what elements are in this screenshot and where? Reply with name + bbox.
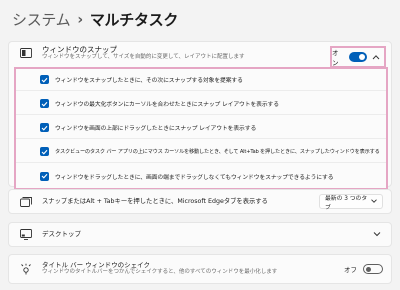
snap-windows-subtitle: ウィンドウをスナップして、サイズを自動的に変更して、レイアウトに配置します (42, 54, 245, 61)
snap-options-list: ウィンドウをスナップしたときに、その次にスナップする対象を提案する ウィンドウの… (14, 67, 388, 190)
shake-icon (19, 262, 33, 276)
shake-toggle-area: オフ (344, 264, 383, 274)
snap-option-label: ウィンドウの最大化ボタンにカーソルを合わせたときにスナップ レイアウトを表示する (55, 102, 279, 108)
breadcrumb: システム › マルチタスク (12, 9, 178, 30)
checkbox-checked-icon[interactable] (40, 171, 49, 181)
checkbox-checked-icon[interactable] (40, 75, 49, 84)
chevron-down-icon (371, 198, 377, 205)
desktop-card[interactable]: デスクトップ (8, 222, 392, 247)
desktop-icon (19, 228, 33, 242)
snap-toggle[interactable] (348, 52, 367, 62)
desktop-title: デスクトップ (42, 229, 81, 238)
snap-windows-card: ウィンドウのスナップ ウィンドウをスナップして、サイズを自動的に変更して、レイア… (8, 41, 392, 190)
chevron-up-icon[interactable] (372, 53, 380, 62)
checkbox-checked-icon[interactable] (40, 99, 49, 108)
chevron-down-icon[interactable] (373, 230, 381, 239)
title-bar-shake-card: タイトル バー ウィンドウのシェイク ウィンドウのタイトルバーをつかんでシェイク… (8, 254, 392, 284)
snap-layout-icon (19, 46, 33, 60)
page-title: マルチタスク (89, 11, 179, 29)
shake-state-label: オフ (344, 266, 357, 274)
snap-option-label: ウィンドウをドラッグしたときに、画面の端までドラッグしなくてもウィンドウをスナッ… (55, 174, 334, 181)
breadcrumb-parent[interactable]: システム (12, 9, 71, 30)
snap-option[interactable]: ウィンドウをドラッグしたときに、画面の端までドラッグしなくてもウィンドウをスナッ… (16, 165, 386, 187)
snap-option-label: ウィンドウを画面の上部にドラッグしたときにスナップ レイアウトを表示する (55, 126, 257, 132)
tabs-icon (19, 195, 33, 209)
snap-option[interactable]: ウィンドウをスナップしたときに、その次にスナップする対象を提案する (16, 69, 386, 91)
snap-windows-title: ウィンドウのスナップ (42, 45, 117, 55)
checkbox-checked-icon[interactable] (40, 123, 49, 132)
snap-option-label: ウィンドウをスナップしたときに、その次にスナップする対象を提案する (55, 78, 243, 84)
desktop-row[interactable]: デスクトップ (9, 223, 391, 246)
snap-option[interactable]: ウィンドウを画面の上部にドラッグしたときにスナップ レイアウトを表示する (16, 117, 386, 139)
snap-state-label: オン (332, 49, 339, 67)
shake-toggle[interactable] (363, 264, 383, 274)
snap-option[interactable]: ウィンドウの最大化ボタンにカーソルを合わせたときにスナップ レイアウトを表示する (16, 93, 386, 115)
breadcrumb-separator: › (77, 11, 83, 28)
snap-option-label: タスクビューのタスク バー アプリの上にマウス カーソルを移動したとき、そして … (55, 149, 380, 155)
alt-tab-title: スナップまたはAlt + Tabキーを押したときに、Microsoft Edge… (42, 197, 268, 205)
alt-tab-dropdown[interactable]: 最新の 3 つのタブ (319, 194, 383, 211)
snap-option[interactable]: タスクビューのタスク バー アプリの上にマウス カーソルを移動したとき、そして … (16, 141, 386, 163)
shake-subtitle: ウィンドウのタイトルバーをつかんでシェイクすると、他のすべてのウィンドウを最小化… (42, 269, 278, 276)
alt-tab-card: スナップまたはAlt + Tabキーを押したときに、Microsoft Edge… (8, 189, 392, 214)
shake-row: タイトル バー ウィンドウのシェイク ウィンドウのタイトルバーをつかんでシェイク… (9, 255, 391, 283)
checkbox-checked-icon[interactable] (40, 147, 49, 156)
alt-tab-dropdown-value: 最新の 3 つのタブ (325, 195, 368, 211)
snap-toggle-area: オン (330, 46, 386, 68)
